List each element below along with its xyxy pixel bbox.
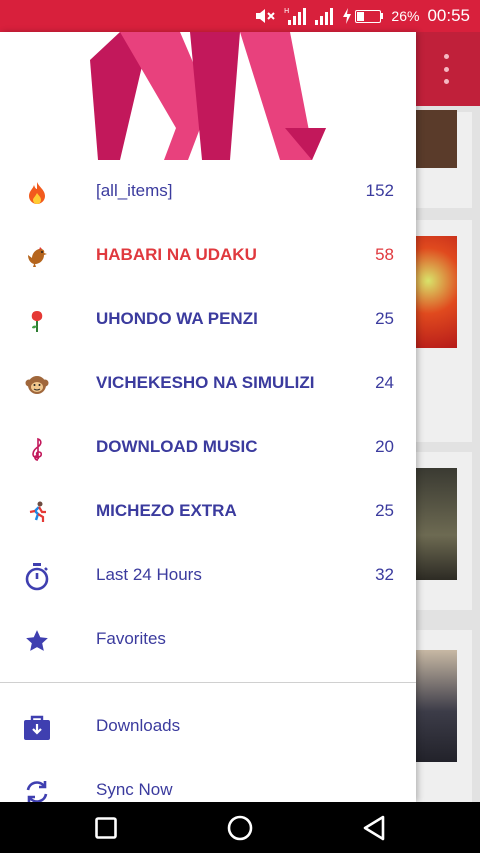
charging-icon (343, 8, 352, 24)
drawer-item-habari-na-udaku[interactable]: HABARI NA UDAKU 58 (0, 224, 416, 288)
mute-icon (254, 7, 276, 25)
back-button[interactable] (360, 814, 388, 842)
drawer-item-label: VICHEKESHO NA SIMULIZI (96, 373, 315, 392)
signal-icon: H (284, 6, 307, 26)
drawer-item-michezo-extra[interactable]: MICHEZO EXTRA 25 (0, 480, 416, 544)
music-clef-icon (22, 434, 52, 464)
stopwatch-icon (22, 562, 52, 592)
rooster-icon (22, 242, 52, 272)
drawer-item-label: Sync Now (96, 780, 173, 799)
drawer-item-label: Downloads (96, 716, 181, 735)
monkey-icon (22, 370, 52, 400)
drawer-item-label: HABARI NA UDAKU (96, 245, 257, 264)
navigation-drawer: [all_items] 152 HABARI NA UDAKU 58 UHOND… (0, 32, 416, 802)
drawer-item-count: 20 (375, 437, 394, 456)
drawer-divider (0, 682, 416, 683)
drawer-item-count: 32 (375, 565, 394, 584)
star-icon (22, 626, 52, 656)
thumbnail-image (416, 236, 457, 348)
drawer-item-all-items[interactable]: [all_items] 152 (0, 160, 416, 224)
thumbnail-image (416, 110, 457, 168)
drawer-item-count: 24 (375, 373, 394, 392)
drawer-item-label: Last 24 Hours (96, 565, 202, 584)
signal-icon-2 (314, 6, 334, 26)
battery-percent: 26% (391, 8, 420, 24)
clock: 00:55 (427, 6, 470, 25)
drawer-item-label: MICHEZO EXTRA (96, 501, 237, 520)
download-box-icon (22, 713, 52, 743)
drawer-item-downloads[interactable]: Downloads (0, 695, 416, 759)
drawer-item-vichekesho-na-simulizi[interactable]: VICHEKESHO NA SIMULIZI 24 (0, 352, 416, 416)
drawer-item-last-24-hours[interactable]: Last 24 Hours 32 (0, 544, 416, 608)
drawer-item-count: 152 (365, 181, 394, 200)
drawer-item-label: UHONDO WA PENZI (96, 309, 258, 328)
runner-icon (22, 498, 52, 528)
square-icon (95, 817, 117, 839)
status-bar: H 26% 00:55 (0, 0, 480, 32)
drawer-item-sync-now[interactable]: Sync Now (0, 759, 416, 802)
drawer-item-label: [all_items] (96, 181, 173, 200)
thumbnail-image (416, 650, 457, 762)
back-triangle-icon (363, 815, 385, 841)
recents-button[interactable] (92, 814, 120, 842)
battery-icon (342, 8, 384, 24)
drawer-item-count: 25 (375, 309, 394, 328)
home-button[interactable] (226, 814, 254, 842)
drawer-item-favorites[interactable]: Favorites (0, 608, 416, 672)
drawer-item-label: DOWNLOAD MUSIC (96, 437, 258, 456)
drawer-item-uhondo-wa-penzi[interactable]: UHONDO WA PENZI 25 (0, 288, 416, 352)
system-navigation-bar (0, 802, 480, 853)
app-logo (90, 32, 326, 160)
rose-icon (22, 306, 52, 336)
circle-icon (227, 815, 253, 841)
drawer-item-download-music[interactable]: DOWNLOAD MUSIC 20 (0, 416, 416, 480)
thumbnail-image (416, 468, 457, 580)
overflow-menu-icon[interactable] (444, 54, 450, 84)
drawer-item-label: Favorites (96, 629, 166, 648)
fire-icon (22, 178, 52, 208)
drawer-item-count: 25 (375, 501, 394, 520)
svg-text:H: H (284, 7, 289, 15)
sync-icon (22, 777, 52, 802)
drawer-item-count: 58 (375, 245, 394, 264)
